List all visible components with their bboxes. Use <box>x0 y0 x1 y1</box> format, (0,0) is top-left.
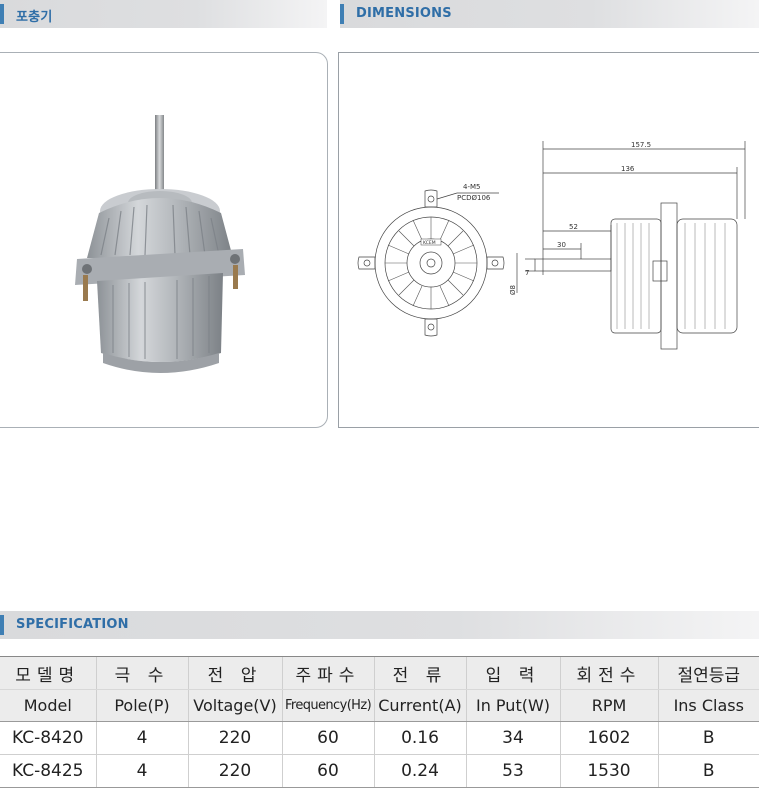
cell-rpm: 1602 <box>559 721 658 755</box>
cell-voltage: 220 <box>187 754 282 788</box>
overall-length-label: 157.5 <box>631 141 651 149</box>
cell-current: 0.16 <box>373 721 466 755</box>
shaft-to-flange-label: 52 <box>569 223 578 231</box>
header-cell: 회전수 <box>559 657 658 690</box>
shaft-length-label: 30 <box>557 241 566 249</box>
motor-photo <box>75 115 245 373</box>
dimensions-section-header: DIMENSIONS <box>340 0 759 28</box>
pcd-label: PCDØ106 <box>457 194 491 202</box>
header-cell: Current(A) <box>373 689 466 722</box>
cell-input: 53 <box>465 754 560 788</box>
dimension-drawing: KCEM 4-M5 PCDØ106 157.5 136 52 30 7 Ø8 <box>357 141 746 350</box>
cell-model: KC-8420 <box>0 721 96 755</box>
shaft-flat-label: 7 <box>525 269 529 277</box>
header-row-korean: 모델명 극 수 전 압 주파수 전 류 입 력 회전수 절연등급 <box>0 657 759 690</box>
cell-pole: 4 <box>95 721 188 755</box>
header-cell: 극 수 <box>95 657 188 690</box>
header-cell: Model <box>0 689 96 722</box>
dimensions-drawing-panel: KCEM 4-M5 PCDØ106 157.5 136 52 30 7 Ø8 <box>338 52 759 428</box>
specification-section-header: SPECIFICATION <box>0 611 759 639</box>
header-cell: Voltage(V) <box>187 689 282 722</box>
product-section-header: 포충기 <box>0 0 327 28</box>
header-cell: Pole(P) <box>95 689 188 722</box>
cell-input: 34 <box>465 721 560 755</box>
header-cell: Frequency(Hz) <box>281 689 374 722</box>
body-length-label: 136 <box>621 165 635 173</box>
cell-ins-class: B <box>657 721 759 755</box>
cell-frequency: 60 <box>281 754 374 788</box>
product-photo-panel <box>0 52 328 428</box>
header-cell: 절연등급 <box>657 657 759 690</box>
header-cell: In Put(W) <box>465 689 560 722</box>
cell-current: 0.24 <box>373 754 466 788</box>
product-section-title: 포충기 <box>16 10 53 25</box>
header-cell: RPM <box>559 689 658 722</box>
header-cell: 전 압 <box>187 657 282 690</box>
shaft-diameter-label: Ø8 <box>509 285 517 295</box>
cell-pole: 4 <box>95 754 188 788</box>
header-cell: 전 류 <box>373 657 466 690</box>
specification-table: 모델명 극 수 전 압 주파수 전 류 입 력 회전수 절연등급 Model P… <box>0 657 759 788</box>
cell-frequency: 60 <box>281 721 374 755</box>
cell-rpm: 1530 <box>559 754 658 788</box>
cell-voltage: 220 <box>187 721 282 755</box>
table-row: KC-8425 4 220 60 0.24 53 1530 B <box>0 754 759 788</box>
header-cell: 모델명 <box>0 657 96 690</box>
badge-text: KCEM <box>423 240 436 246</box>
hole-label: 4-M5 <box>463 183 480 191</box>
dimensions-section-title: DIMENSIONS <box>356 6 452 21</box>
header-cell: Ins Class <box>657 689 759 722</box>
table-row: KC-8420 4 220 60 0.16 34 1602 B <box>0 721 759 755</box>
cell-ins-class: B <box>657 754 759 788</box>
header-accent-bar <box>0 4 4 24</box>
cell-model: KC-8425 <box>0 754 96 788</box>
header-accent-bar <box>340 4 344 24</box>
header-cell: 주파수 <box>281 657 374 690</box>
header-row-english: Model Pole(P) Voltage(V) Frequency(Hz) C… <box>0 689 759 722</box>
header-cell: 입 력 <box>465 657 560 690</box>
header-accent-bar <box>0 615 4 635</box>
specification-section-title: SPECIFICATION <box>16 617 129 632</box>
